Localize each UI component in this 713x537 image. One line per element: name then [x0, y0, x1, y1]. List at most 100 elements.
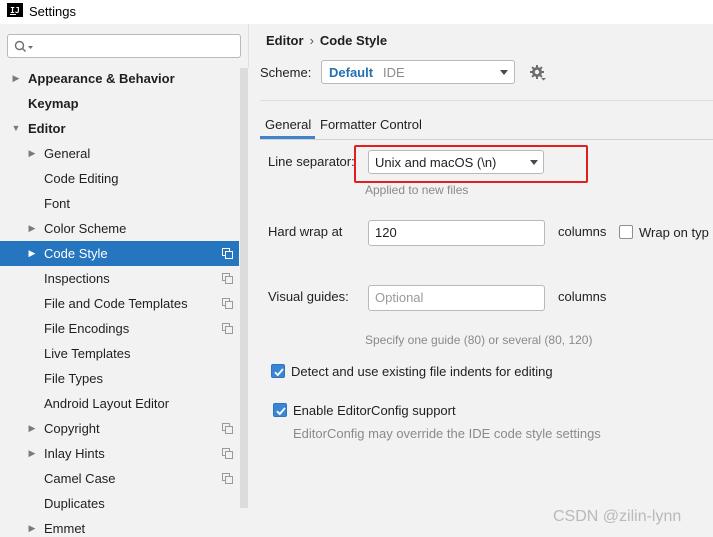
sidebar-item-general[interactable]: ▶ General: [0, 141, 249, 166]
hard-wrap-field[interactable]: [368, 220, 545, 246]
sidebar-item-label: Camel Case: [44, 471, 116, 486]
scheme-type: IDE: [383, 65, 405, 80]
hard-wrap-unit: columns: [558, 224, 607, 239]
chevron-right-icon[interactable]: ▶: [26, 416, 38, 441]
sidebar-item-file-and-code-templates[interactable]: File and Code Templates: [0, 291, 249, 316]
breadcrumb: Editor › Code Style: [266, 33, 387, 48]
divider: [260, 100, 713, 101]
sidebar-item-label: Android Layout Editor: [44, 396, 170, 411]
sidebar-item-camel-case[interactable]: Camel Case: [0, 466, 249, 491]
sidebar-item-label: Code Style: [44, 246, 108, 261]
chevron-right-icon[interactable]: ▶: [10, 66, 22, 91]
project-scope-icon: [222, 448, 233, 459]
checkmark-icon: [274, 368, 284, 377]
tab-formatter-control[interactable]: Formatter Control: [320, 117, 422, 132]
editorconfig-hint: EditorConfig may override the IDE code s…: [293, 426, 601, 441]
chevron-right-icon[interactable]: ▶: [26, 441, 38, 466]
checkmark-icon: [276, 407, 286, 416]
sidebar-scrollbar-thumb[interactable]: [240, 68, 248, 508]
sidebar-item-label: Emmet: [44, 521, 86, 536]
project-scope-icon: [222, 423, 233, 434]
visual-guides-input[interactable]: [375, 290, 535, 305]
visual-guides-hint: Specify one guide (80) or several (80, 1…: [365, 333, 593, 347]
sidebar-item-label: Inlay Hints: [44, 446, 105, 461]
sidebar-item-label: Editor: [28, 121, 66, 136]
sidebar-item-code-editing[interactable]: Code Editing: [0, 166, 249, 191]
settings-sidebar: ▶ Appearance & Behavior Keymap ▼ Editor ▶ Gene…: [0, 24, 249, 537]
breadcrumb-separator: ›: [309, 33, 314, 48]
editorconfig-label: Enable EditorConfig support: [293, 403, 456, 418]
visual-guides-label: Visual guides:: [268, 289, 349, 304]
sidebar-item-label: File Types: [44, 371, 104, 386]
app-logo-icon: IJ: [7, 3, 23, 19]
wrap-on-typing-label: Wrap on typ: [639, 225, 709, 240]
settings-content: Editor › Code Style Scheme: Default IDE Ge…: [250, 24, 713, 537]
breadcrumb-current: Code Style: [319, 33, 388, 48]
hard-wrap-input[interactable]: [375, 225, 535, 240]
line-separator-hint: Applied to new files: [365, 183, 469, 197]
sidebar-item-android-layout-editor[interactable]: Android Layout Editor: [0, 391, 249, 416]
active-tab-indicator: [260, 136, 315, 139]
sidebar-item-label: Inspections: [44, 271, 110, 286]
sidebar-item-label: Appearance & Behavior: [28, 71, 175, 86]
sidebar-item-inlay-hints[interactable]: ▶ Inlay Hints: [0, 441, 249, 466]
search-icon: [14, 40, 33, 53]
sidebar-item-label: File Encodings: [44, 321, 130, 336]
project-scope-icon: [222, 473, 233, 484]
sidebar-item-file-types[interactable]: File Types: [0, 366, 249, 391]
tab-bar: General Formatter Control: [260, 112, 713, 140]
sidebar-item-duplicates[interactable]: Duplicates: [0, 491, 249, 516]
chevron-right-icon[interactable]: ▶: [26, 216, 38, 241]
tab-general[interactable]: General: [265, 117, 311, 132]
chevron-down-icon: [500, 70, 508, 75]
sidebar-item-live-templates[interactable]: Live Templates: [0, 341, 249, 366]
watermark: CSDN @zilin-lynn: [553, 508, 682, 525]
sidebar-item-label: Keymap: [28, 96, 79, 111]
wrap-on-typing-checkbox[interactable]: [619, 225, 633, 239]
hard-wrap-label: Hard wrap at: [268, 224, 343, 239]
visual-guides-unit: columns: [558, 289, 607, 304]
detect-indents-label: Detect and use existing file indents for…: [291, 364, 553, 379]
sidebar-item-code-style[interactable]: ▶ Code Style: [0, 241, 249, 266]
highlight-annotation-box: [354, 145, 588, 183]
search-input[interactable]: [38, 37, 238, 55]
sidebar-item-copyright[interactable]: ▶ Copyright: [0, 416, 249, 441]
sidebar-item-color-scheme[interactable]: ▶ Color Scheme: [0, 216, 249, 241]
project-scope-icon: [222, 248, 233, 259]
project-scope-icon: [222, 273, 233, 284]
sidebar-item-keymap[interactable]: Keymap: [0, 91, 249, 116]
title-bar: IJ Settings: [0, 0, 713, 24]
sidebar-item-label: Code Editing: [44, 171, 119, 186]
line-separator-label: Line separator:: [268, 154, 355, 169]
sidebar-item-label: Font: [44, 196, 71, 211]
sidebar-item-emmet[interactable]: ▶ Emmet: [0, 516, 249, 537]
project-scope-icon: [222, 298, 233, 309]
sidebar-item-file-encodings[interactable]: File Encodings: [0, 316, 249, 341]
sidebar-item-appearance-behavior[interactable]: ▶ Appearance & Behavior: [0, 66, 249, 91]
sidebar-item-label: General: [44, 146, 91, 161]
chevron-right-icon[interactable]: ▶: [26, 516, 38, 537]
window-title: Settings: [29, 4, 76, 19]
chevron-right-icon[interactable]: ▶: [26, 241, 38, 266]
sidebar-item-label: Color Scheme: [44, 221, 127, 236]
editorconfig-checkbox[interactable]: [273, 403, 287, 417]
project-scope-icon: [222, 323, 233, 334]
visual-guides-field[interactable]: [368, 285, 545, 311]
sidebar-item-font[interactable]: Font: [0, 191, 249, 216]
scheme-label: Scheme:: [260, 65, 312, 80]
chevron-down-icon[interactable]: ▼: [10, 116, 22, 141]
search-box[interactable]: [7, 34, 241, 58]
sidebar-item-label: File and Code Templates: [44, 296, 188, 311]
sidebar-item-label: Live Templates: [44, 346, 131, 361]
sidebar-item-editor[interactable]: ▼ Editor: [0, 116, 249, 141]
settings-tree: ▶ Appearance & Behavior Keymap ▼ Editor ▶ Gene…: [0, 66, 249, 537]
gear-icon[interactable]: [529, 64, 547, 82]
sidebar-item-label: Duplicates: [44, 496, 105, 511]
scheme-dropdown[interactable]: Default IDE: [321, 60, 515, 84]
scheme-name: Default: [329, 65, 374, 80]
chevron-right-icon[interactable]: ▶: [26, 141, 38, 166]
sidebar-item-inspections[interactable]: Inspections: [0, 266, 249, 291]
sidebar-item-label: Copyright: [44, 421, 100, 436]
breadcrumb-parent[interactable]: Editor: [266, 33, 304, 48]
detect-indents-checkbox[interactable]: [271, 364, 285, 378]
